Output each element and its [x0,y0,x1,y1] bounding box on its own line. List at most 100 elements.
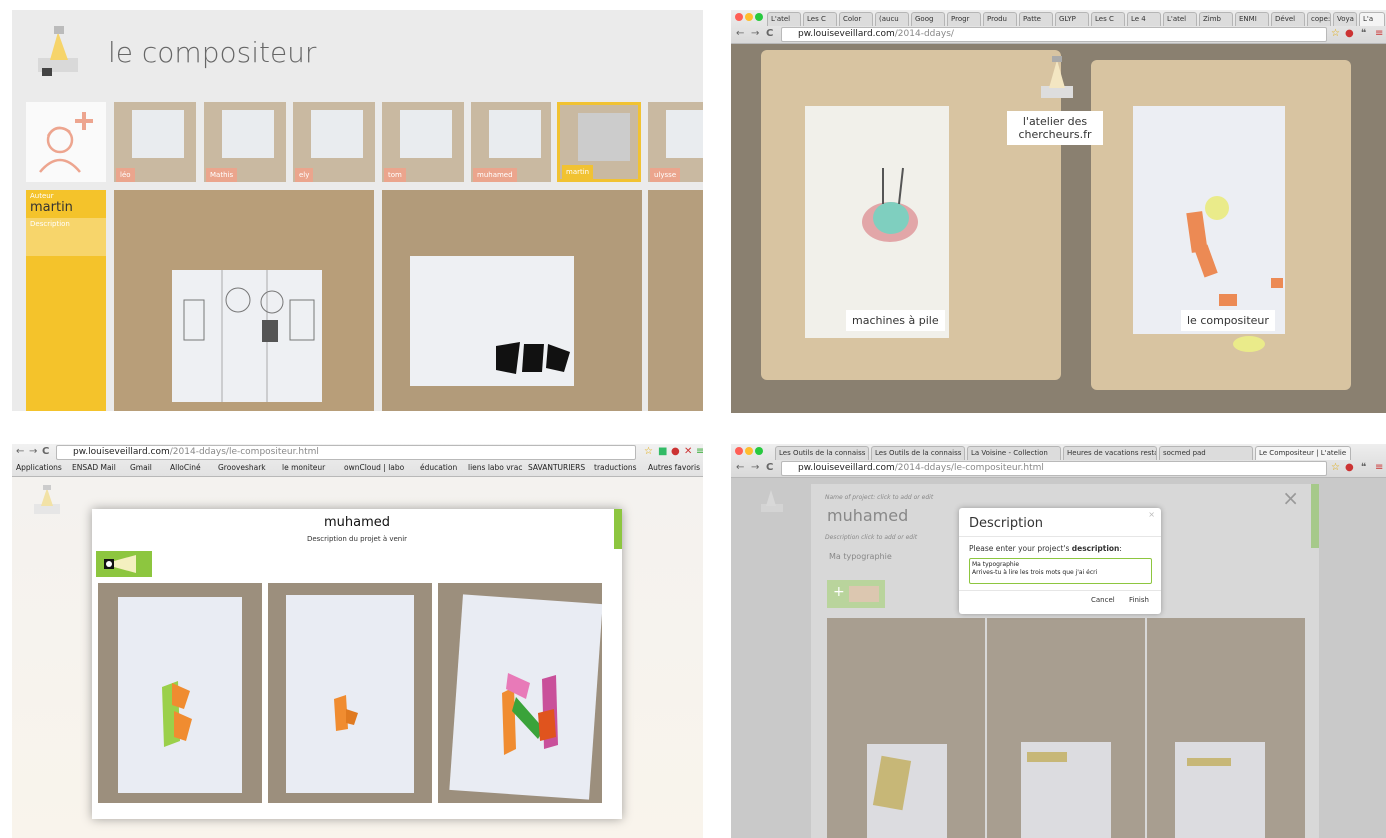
browser-tab[interactable]: Heures de vacations resta [1063,446,1157,460]
user-thumb-leo[interactable]: léo [114,102,196,182]
author-sidebar: Auteur martin Description [26,190,106,411]
reload-icon[interactable]: C [766,28,773,40]
project-photo[interactable] [382,190,642,411]
browser-tab[interactable]: Les C [1091,12,1125,26]
bookmark-gmail[interactable]: Gmail [130,462,152,474]
back-icon[interactable]: ← [16,446,24,458]
extension-icon[interactable]: ● [1345,462,1354,474]
extension-icon[interactable]: ● [1345,28,1354,40]
right-caption[interactable]: le compositeur [1181,310,1275,331]
extension-icon[interactable]: ■ [658,446,667,458]
compositeur-logo-icon [761,490,783,512]
user-thumb-tom[interactable]: tom [382,102,464,182]
user-thumb-label: ulysse [650,168,681,182]
browser-tab-active[interactable]: L'a [1359,12,1385,26]
quote-extension-icon[interactable]: ❝ [1361,28,1366,40]
browser-tab[interactable]: Les Outils de la connaiss [775,446,869,460]
browser-tab[interactable]: Le 4 [1127,12,1161,26]
browser-tab[interactable]: Color [839,12,873,26]
bookmark-traductions[interactable]: traductions [594,462,637,474]
browser-tab[interactable]: socmed pad [1159,446,1253,460]
menu-icon[interactable]: ≡ [1375,28,1383,40]
browser-tab[interactable]: Les C [803,12,837,26]
browser-tab[interactable]: Produ [983,12,1017,26]
browser-tab[interactable]: Dével [1271,12,1305,26]
address-bar-row: ← → C pw.louiseveillard.com/2014-ddays/ … [731,26,1386,43]
bookmark-allocine[interactable]: AlloCiné [170,462,201,474]
bookmark-savanturiers[interactable]: SAVANTURIERS [528,462,585,474]
back-icon[interactable]: ← [736,462,744,474]
browser-tab[interactable]: Voya [1333,12,1357,26]
browser-tab[interactable]: L'atel [1163,12,1197,26]
add-image-button[interactable] [96,551,152,577]
reload-icon[interactable]: C [42,446,49,458]
menu-icon[interactable]: ≡ [696,446,703,458]
star-icon[interactable]: ☆ [644,446,653,458]
bookmark-ensad-mail[interactable]: ENSAD Mail [72,462,116,474]
user-thumb-ely[interactable]: ely [293,102,375,182]
description-dialog: × Description Please enter your project'… [959,508,1161,614]
author-name[interactable]: martin [26,200,106,215]
menu-icon[interactable]: ≡ [1375,462,1383,474]
bookmarks-bar: Applications ENSAD Mail Gmail AlloCiné G… [12,461,703,476]
browser-tab[interactable]: La Voisine - Collection [967,446,1061,460]
opera-icon[interactable]: ● [671,446,680,458]
back-icon[interactable]: ← [736,28,744,40]
description-textarea[interactable] [969,558,1152,584]
url-field[interactable]: pw.louiseveillard.com/2014-ddays/ [781,27,1327,42]
project-name[interactable]: muhamed [827,506,908,525]
add-user-icon [39,112,93,173]
left-caption[interactable]: machines à pile [846,310,945,331]
project-name[interactable]: muhamed [92,515,622,530]
bookmark-grooveshark[interactable]: Grooveshark [218,462,266,474]
close-icon[interactable]: × [1282,486,1299,510]
bookmark-le-moniteur[interactable]: le moniteur [282,462,325,474]
star-icon[interactable]: ☆ [1331,462,1340,474]
project-subtitle[interactable]: Description du projet à venir [92,535,622,543]
browser-tab[interactable]: cope: [1307,12,1331,26]
browser-tab[interactable]: (aucu [875,12,909,26]
add-user-button[interactable] [26,102,106,182]
browser-tab[interactable]: Goog [911,12,945,26]
x-extension-icon[interactable]: ✕ [684,446,692,458]
browser-tab[interactable]: Patte [1019,12,1053,26]
cancel-button[interactable]: Cancel [1091,596,1115,604]
project-image-card[interactable] [438,583,602,803]
compositeur-logo-icon [38,26,78,76]
user-thumb-ulysse[interactable]: ulysse [648,102,703,182]
letters-abc-shape [496,342,570,374]
forward-icon[interactable]: → [751,28,759,40]
url-field[interactable]: pw.louiseveillard.com/2014-ddays/le-comp… [56,445,636,460]
quote-extension-icon[interactable]: ❝ [1361,462,1366,474]
window-controls[interactable] [735,13,765,24]
add-image-button[interactable]: + [827,580,885,608]
window-controls[interactable] [735,447,765,458]
star-icon[interactable]: ☆ [1331,28,1340,40]
bookmark-liens-labo[interactable]: liens labo vrac [468,462,522,474]
user-thumb-mathis[interactable]: Mathis [204,102,286,182]
browser-tab-active[interactable]: Le Compositeur | L'atelie [1255,446,1351,460]
bookmark-applications[interactable]: Applications [16,462,62,474]
url-field[interactable]: pw.louiseveillard.com/2014-ddays/le-comp… [781,461,1327,476]
project-photo[interactable] [114,190,374,411]
reload-icon[interactable]: C [766,462,773,474]
forward-icon[interactable]: → [751,462,759,474]
project-image-card[interactable] [268,583,432,803]
user-thumb-muhamed[interactable]: muhamed [471,102,551,182]
browser-tab[interactable]: ENMI [1235,12,1269,26]
description-field[interactable]: Description [26,218,106,256]
user-thumb-martin[interactable]: martin [557,102,641,182]
bookmark-owncloud[interactable]: ownCloud | labo [344,462,404,474]
browser-tab[interactable]: L'atel [767,12,801,26]
bookmark-more[interactable]: Autres favoris [648,462,700,474]
forward-icon[interactable]: → [29,446,37,458]
browser-tab[interactable]: Les Outils de la connaiss [871,446,965,460]
browser-tab[interactable]: Progr [947,12,981,26]
bookmark-education[interactable]: éducation [420,462,457,474]
browser-tab[interactable]: Zimb [1199,12,1233,26]
project-image-card[interactable] [98,583,262,803]
desc-value[interactable]: Ma typographie [829,552,892,561]
finish-button[interactable]: Finish [1129,596,1149,604]
browser-tab[interactable]: GLYP [1055,12,1089,26]
dialog-close-icon[interactable]: × [1148,510,1155,519]
